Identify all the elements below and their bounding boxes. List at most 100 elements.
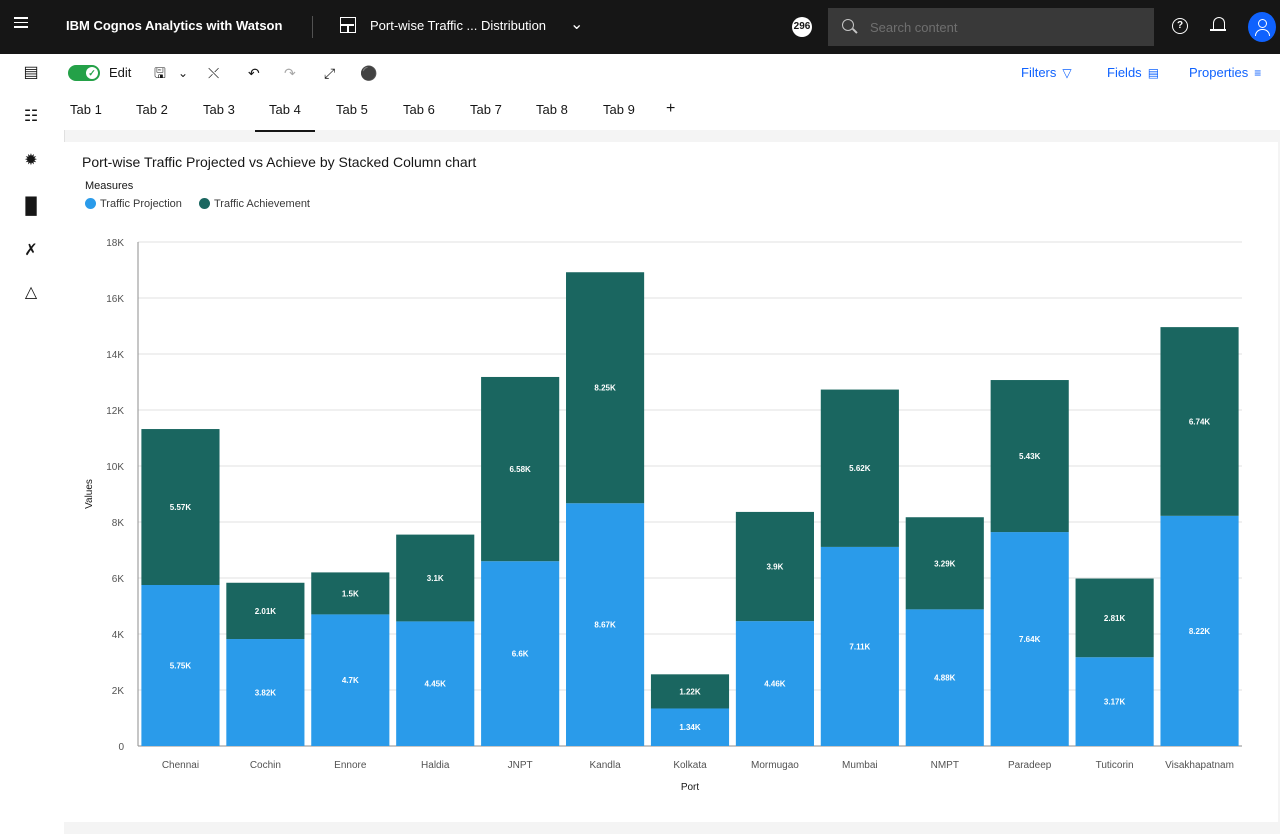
y-tick-label: 10K [106, 462, 124, 473]
tab-1[interactable]: Tab 1 [70, 102, 102, 130]
app-name: IBM Cognos Analytics with Watson [66, 18, 283, 33]
y-tick-label: 6K [112, 574, 125, 585]
x-tick-label: Cochin [250, 760, 281, 771]
fields-icon: ▤ [1147, 66, 1160, 80]
tab-8[interactable]: Tab 8 [536, 102, 568, 130]
top-bar: IBM Cognos Analytics with Watson Port-wi… [0, 0, 1280, 54]
y-tick-label: 18K [106, 238, 124, 249]
data-tree-icon[interactable]: ☷ [20, 106, 42, 128]
x-tick-label: Kolkata [673, 760, 707, 771]
data-label: 3.1K [427, 574, 444, 583]
filter-icon: ▽ [1062, 66, 1072, 80]
search-icon [842, 19, 854, 31]
x-tick-label: Haldia [421, 760, 450, 771]
y-tick-label: 4K [112, 630, 125, 641]
properties-label: Properties [1189, 65, 1249, 80]
data-label: 1.34K [679, 723, 701, 732]
tab-3[interactable]: Tab 3 [203, 102, 235, 130]
data-label: 4.45K [425, 680, 447, 689]
data-label: 3.17K [1104, 698, 1126, 707]
chevron-down-icon[interactable]: ⌄ [570, 14, 583, 34]
search-input[interactable] [868, 16, 1142, 38]
y-tick-label: 8K [112, 518, 125, 529]
redo-icon[interactable]: ↷ [284, 62, 296, 84]
tools-icon[interactable]: ✗ [20, 240, 42, 262]
x-tick-label: Mormugao [751, 760, 799, 771]
tab-6[interactable]: Tab 6 [403, 102, 435, 130]
x-tick-label: Tuticorin [1096, 760, 1134, 771]
x-axis-label: Port [681, 782, 700, 793]
x-tick-label: Chennai [162, 760, 199, 771]
stacked-column-chart: 0 2K 4K 6K 8K 10K 12K 14K 16K 18K Values 5.75K 5.57K… [84, 238, 1242, 793]
x-tick-label: Kandla [590, 760, 622, 771]
tab-9[interactable]: Tab 9 [603, 102, 635, 130]
y-tick-label: 2K [112, 686, 125, 697]
x-tick-label: Paradeep [1008, 760, 1052, 771]
tab-7[interactable]: Tab 7 [470, 102, 502, 130]
data-label: 8.25K [594, 384, 616, 393]
chart-widget[interactable]: Port-wise Traffic Projected vs Achieve b… [64, 142, 1278, 822]
data-label: 5.75K [170, 662, 192, 671]
notification-bell-icon[interactable] [1208, 14, 1234, 40]
x-tick-label: JNPT [508, 760, 533, 771]
widgets-icon[interactable]: △ [20, 282, 42, 304]
tab-4[interactable]: Tab 4 [255, 102, 315, 132]
data-label: 3.82K [255, 689, 277, 698]
tab-bar: Tab 1 Tab 2 Tab 3 Tab 4 Tab 5 Tab 6 Tab … [64, 92, 1280, 132]
drill-icon[interactable]: ⚫ [360, 62, 377, 84]
divider [312, 16, 313, 38]
fields-button[interactable]: Fields ▤ [1107, 65, 1159, 80]
tab-5[interactable]: Tab 5 [336, 102, 368, 130]
dashboard-icon [340, 17, 356, 33]
add-tab-icon[interactable]: + [666, 100, 675, 118]
data-label: 4.46K [764, 680, 786, 689]
x-tick-label: Mumbai [842, 760, 878, 771]
notification-count-badge[interactable]: 296 [792, 17, 812, 37]
data-label: 4.7K [342, 676, 359, 685]
user-avatar-icon[interactable] [1248, 12, 1276, 42]
edit-toggle[interactable] [68, 65, 100, 81]
y-tick-label: 14K [106, 350, 124, 361]
data-label: 5.62K [849, 464, 871, 473]
fullscreen-icon[interactable]: ⤢ [324, 62, 335, 84]
y-tick-label: 12K [106, 406, 124, 417]
properties-button[interactable]: Properties ≡ [1189, 65, 1261, 80]
data-label: 2.81K [1104, 614, 1126, 623]
data-label: 5.57K [170, 503, 192, 512]
edit-label: Edit [109, 65, 132, 80]
filters-button[interactable]: Filters ▽ [1021, 65, 1072, 80]
footer-gap [64, 822, 1280, 834]
save-icon[interactable]: 🖫 [154, 62, 166, 84]
menu-icon[interactable] [14, 14, 36, 40]
data-label: 1.22K [679, 687, 701, 696]
search-box [828, 8, 1154, 46]
filters-label: Filters [1021, 65, 1057, 80]
share-icon[interactable]: ⤬ [208, 62, 219, 84]
help-icon[interactable]: ? [1168, 14, 1194, 40]
properties-icon: ≡ [1254, 66, 1262, 80]
data-label: 3.9K [766, 563, 783, 572]
data-label: 6.58K [509, 465, 531, 474]
x-tick-label: NMPT [931, 760, 959, 771]
left-rail: ▤ ☷ ✹ █ ✗ △ [0, 54, 65, 834]
data-label: 2.01K [255, 607, 277, 616]
tab-2[interactable]: Tab 2 [136, 102, 168, 130]
data-label: 7.11K [849, 642, 870, 651]
y-tick-label: 0 [118, 742, 124, 753]
fields-label: Fields [1107, 65, 1142, 80]
visualization-icon[interactable]: █ [20, 196, 42, 218]
y-tick-label: 16K [106, 294, 124, 305]
undo-icon[interactable]: ↶ [248, 62, 260, 84]
data-label: 5.43K [1019, 452, 1041, 461]
data-label: 4.88K [934, 674, 956, 683]
comment-icon[interactable]: ▤ [20, 62, 42, 84]
x-tick-label: Ennore [334, 760, 367, 771]
data-label: 8.22K [1189, 627, 1211, 636]
dashboard-toolbar: Edit 🖫 ⌄ ⤬ ↶ ↷ ⤢ ⚫ Filters ▽ Fields ▤ Prop… [64, 54, 1280, 93]
pin-icon[interactable]: ✹ [20, 150, 42, 172]
dashboard-title[interactable]: Port-wise Traffic ... Distribution [370, 18, 546, 33]
save-menu-chevron-icon[interactable]: ⌄ [178, 62, 188, 84]
data-label: 8.67K [594, 621, 616, 630]
data-label: 6.6K [512, 650, 529, 659]
data-label: 1.5K [342, 589, 359, 598]
